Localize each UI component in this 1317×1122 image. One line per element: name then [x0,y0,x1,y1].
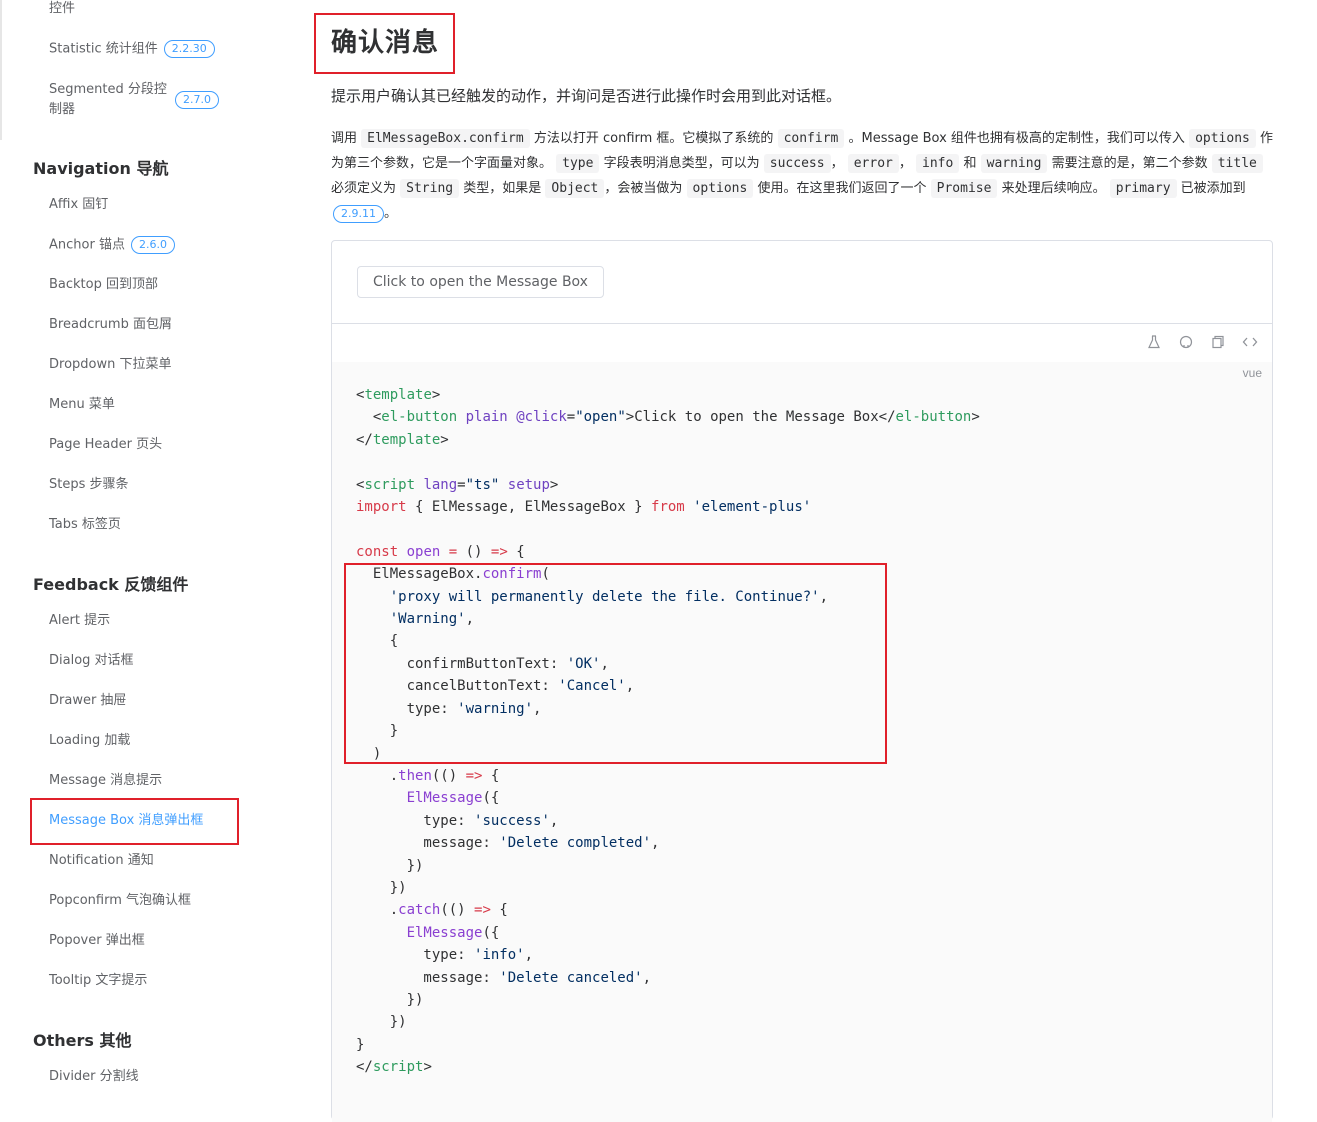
demo-toolbar [1146,335,1258,351]
copy-icon[interactable] [1210,335,1226,351]
inline-code: title [1211,154,1263,173]
sidebar-item-backtop[interactable]: Backtop 回到顶部 [49,276,158,294]
code-icon[interactable] [1242,335,1258,351]
open-message-box-button[interactable]: Click to open the Message Box [357,266,604,298]
sidebar-item-message[interactable]: Message 消息提示 [49,772,162,790]
inline-code: info [916,154,960,173]
sidebar-edge [0,0,2,140]
inline-code: error [847,154,899,173]
sidebar-item-divider[interactable]: Divider 分割线 [49,1068,139,1086]
group-title-navigation: Navigation 导航 [33,159,169,178]
sidebar-item-segmented[interactable]: Segmented 分段控制器 2.7.0 [49,80,219,120]
inline-code: primary [1109,179,1177,198]
inline-code: String [400,179,460,198]
description: 调用 ElMessageBox.confirm 方法以打开 confirm 框。… [331,129,1274,223]
sidebar-item-statistic[interactable]: Statistic 统计组件 2.2.30 [49,40,215,59]
github-icon[interactable] [1178,335,1194,351]
version-badge: 2.7.0 [175,91,219,109]
inline-code: Promise [930,179,998,198]
demo-divider [332,323,1272,324]
inline-code: success [763,154,831,173]
sidebar-item-loading[interactable]: Loading 加载 [49,732,130,750]
sidebar-item-affix[interactable]: Affix 固钉 [49,196,108,214]
inline-code: confirm [777,129,845,148]
sidebar-item-breadcrumb[interactable]: Breadcrumb 面包屑 [49,316,172,334]
sidebar-item-anchor[interactable]: Anchor 锚点 2.6.0 [49,236,175,255]
inline-code: options [686,179,754,198]
sidebar-item-dialog[interactable]: Dialog 对话框 [49,652,134,670]
highlight-box-sidebar [30,798,239,845]
inline-code: options [1189,129,1256,148]
sidebar: 控件 Statistic 统计组件 2.2.30 Segmented 分段控制器 2… [0,0,300,1103]
flask-icon[interactable] [1146,335,1162,351]
version-badge: 2.6.0 [130,236,175,254]
version-badge: 2.2.30 [163,40,215,58]
sidebar-item-alert[interactable]: Alert 提示 [49,612,110,630]
sidebar-item-dropdown[interactable]: Dropdown 下拉菜单 [49,356,172,374]
lead-text: 提示用户确认其已经触发的动作，并询问是否进行此操作时会用到此对话框。 [331,87,842,105]
sidebar-item-tooltip[interactable]: Tooltip 文字提示 [49,972,147,990]
sidebar-item-steps[interactable]: Steps 步骤条 [49,476,129,494]
sidebar-item-notification[interactable]: Notification 通知 [49,852,154,870]
group-title-feedback: Feedback 反馈组件 [33,575,189,594]
inline-code: warning [980,154,1048,173]
highlight-box-title [314,13,455,74]
sidebar-item-popover[interactable]: Popover 弹出框 [49,932,145,950]
inline-code: type [556,154,600,173]
sidebar-item-popconfirm[interactable]: Popconfirm 气泡确认框 [49,892,191,910]
sidebar-item-drawer[interactable]: Drawer 抽屉 [49,692,126,710]
highlight-box-code [344,563,887,764]
sidebar-item-tabs[interactable]: Tabs 标签页 [49,516,121,534]
sidebar-item-controls[interactable]: 控件 [49,0,75,18]
group-title-others: Others 其他 [33,1031,132,1050]
inline-code: Object [545,179,605,198]
sidebar-item-menu[interactable]: Menu 菜单 [49,396,115,414]
language-label: vue [1242,366,1262,380]
inline-code: ElMessageBox.confirm [361,129,530,148]
version-badge: 2.9.11 [333,204,384,223]
sidebar-item-page-header[interactable]: Page Header 页头 [49,436,162,454]
